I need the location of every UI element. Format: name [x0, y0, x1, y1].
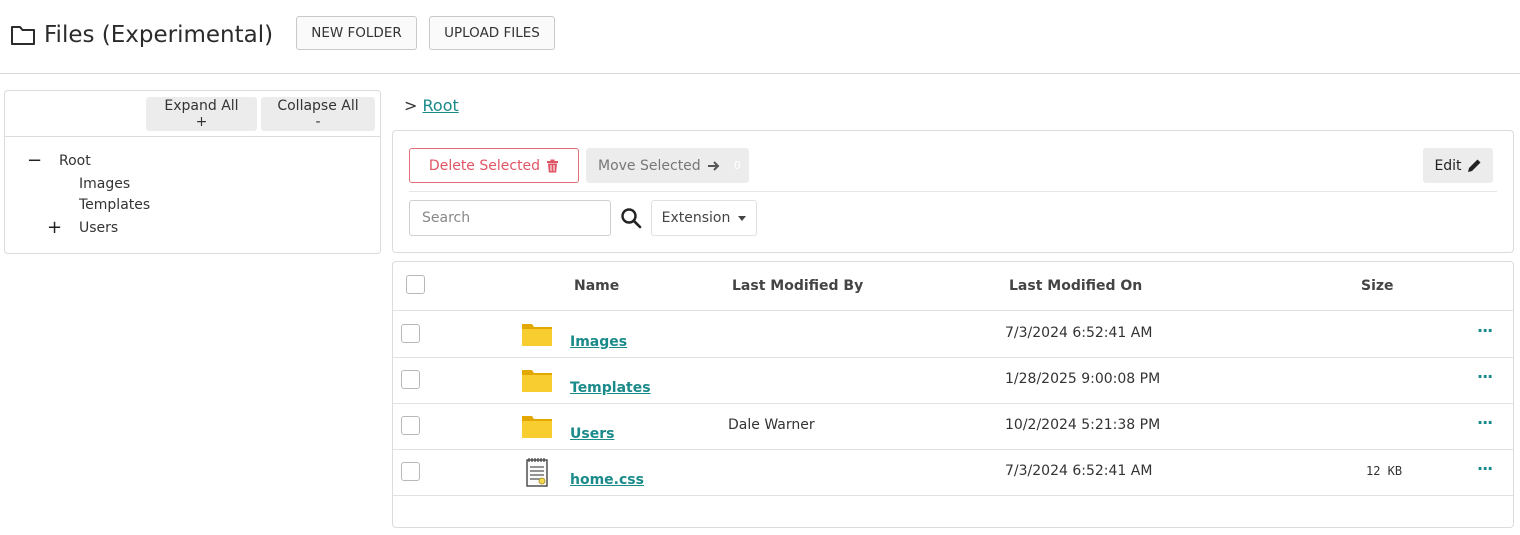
row-modified-on: 7/3/2024 6:52:41 AM — [1005, 325, 1153, 341]
row-modified-on: 1/28/2025 9:00:08 PM — [1005, 371, 1161, 387]
folder-icon — [522, 324, 552, 346]
table-row[interactable]: Users Dale Warner 10/2/2024 5:21:38 PM ·… — [393, 403, 1513, 449]
folder-outline-icon — [11, 26, 35, 45]
row-divider — [393, 495, 1513, 496]
actions-divider — [409, 191, 1497, 192]
expand-all-button[interactable]: Expand All + — [146, 97, 257, 131]
tree-toolbar: Expand All + Collapse All - — [5, 91, 380, 137]
move-selected-button[interactable]: Move Selected 0 — [586, 148, 749, 183]
trash-icon — [547, 159, 559, 172]
move-selected-count: 0 — [733, 159, 741, 172]
row-name-link[interactable]: home.css — [570, 472, 644, 488]
folder-tree-panel: Expand All + Collapse All - − Root Image… — [4, 90, 381, 254]
file-table: Name Last Modified By Last Modified On S… — [392, 261, 1514, 528]
row-more-options[interactable]: ··· — [1477, 413, 1493, 432]
tree-item-users[interactable]: Users — [79, 220, 118, 236]
row-modified-by: Dale Warner — [728, 417, 815, 433]
extension-dropdown[interactable]: Extension — [651, 200, 757, 236]
actions-panel: Delete Selected Move Selected 0 Edit Ext… — [392, 130, 1514, 253]
delete-selected-label: Delete Selected — [428, 157, 541, 174]
row-more-options[interactable]: ··· — [1477, 459, 1493, 478]
delete-selected-button[interactable]: Delete Selected — [409, 148, 579, 183]
folder-icon — [522, 370, 552, 392]
table-row[interactable]: home.css 7/3/2024 6:52:41 AM 12 KB ··· — [393, 449, 1513, 495]
search-icon[interactable] — [619, 206, 643, 230]
move-selected-label: Move Selected — [598, 157, 701, 174]
arrow-right-icon — [707, 160, 720, 171]
breadcrumb-separator: > — [404, 96, 418, 115]
tree-item-images[interactable]: Images — [79, 176, 130, 192]
row-name-link[interactable]: Templates — [570, 380, 651, 396]
caret-down-icon — [738, 215, 747, 221]
tree-item-templates[interactable]: Templates — [79, 197, 150, 213]
breadcrumb-root-link[interactable]: Root — [423, 96, 459, 115]
row-checkbox[interactable] — [401, 416, 420, 435]
upload-files-button[interactable]: UPLOAD FILES — [429, 16, 555, 50]
edit-button[interactable]: Edit — [1423, 148, 1493, 183]
pencil-icon — [1467, 159, 1481, 172]
row-more-options[interactable]: ··· — [1477, 367, 1493, 386]
notepad-file-icon — [526, 458, 548, 487]
row-checkbox[interactable] — [401, 324, 420, 343]
extension-label: Extension — [661, 210, 731, 226]
folder-icon — [522, 416, 552, 438]
breadcrumb: > Root — [404, 96, 459, 115]
tree-collapse-root-toggle[interactable]: − — [27, 152, 42, 170]
column-header-modified-by[interactable]: Last Modified By — [732, 278, 863, 294]
column-header-size[interactable]: Size — [1361, 278, 1394, 294]
tree-expand-users-toggle[interactable]: + — [47, 219, 62, 237]
table-row[interactable]: Images 7/3/2024 6:52:41 AM ··· — [393, 311, 1513, 357]
column-header-name[interactable]: Name — [574, 278, 619, 294]
row-name-link[interactable]: Images — [570, 334, 627, 350]
row-name-link[interactable]: Users — [570, 426, 614, 442]
search-input[interactable] — [409, 200, 611, 236]
tree-item-root[interactable]: Root — [59, 153, 91, 169]
row-size: 12 KB — [1366, 464, 1403, 478]
row-checkbox[interactable] — [401, 462, 420, 481]
row-more-options[interactable]: ··· — [1477, 321, 1493, 340]
new-folder-button[interactable]: NEW FOLDER — [296, 16, 417, 50]
column-header-modified-on[interactable]: Last Modified On — [1009, 278, 1142, 294]
row-modified-on: 10/2/2024 5:21:38 PM — [1005, 417, 1161, 433]
row-modified-on: 7/3/2024 6:52:41 AM — [1005, 463, 1153, 479]
edit-label: Edit — [1434, 157, 1462, 174]
page-title: Files (Experimental) — [10, 20, 273, 50]
page-header: Files (Experimental) NEW FOLDER UPLOAD F… — [0, 0, 1520, 74]
table-row[interactable]: Templates 1/28/2025 9:00:08 PM ··· — [393, 357, 1513, 403]
select-all-checkbox[interactable] — [406, 275, 425, 294]
collapse-all-button[interactable]: Collapse All - — [261, 97, 375, 131]
row-checkbox[interactable] — [401, 370, 420, 389]
page-title-text: Files (Experimental) — [44, 22, 274, 48]
